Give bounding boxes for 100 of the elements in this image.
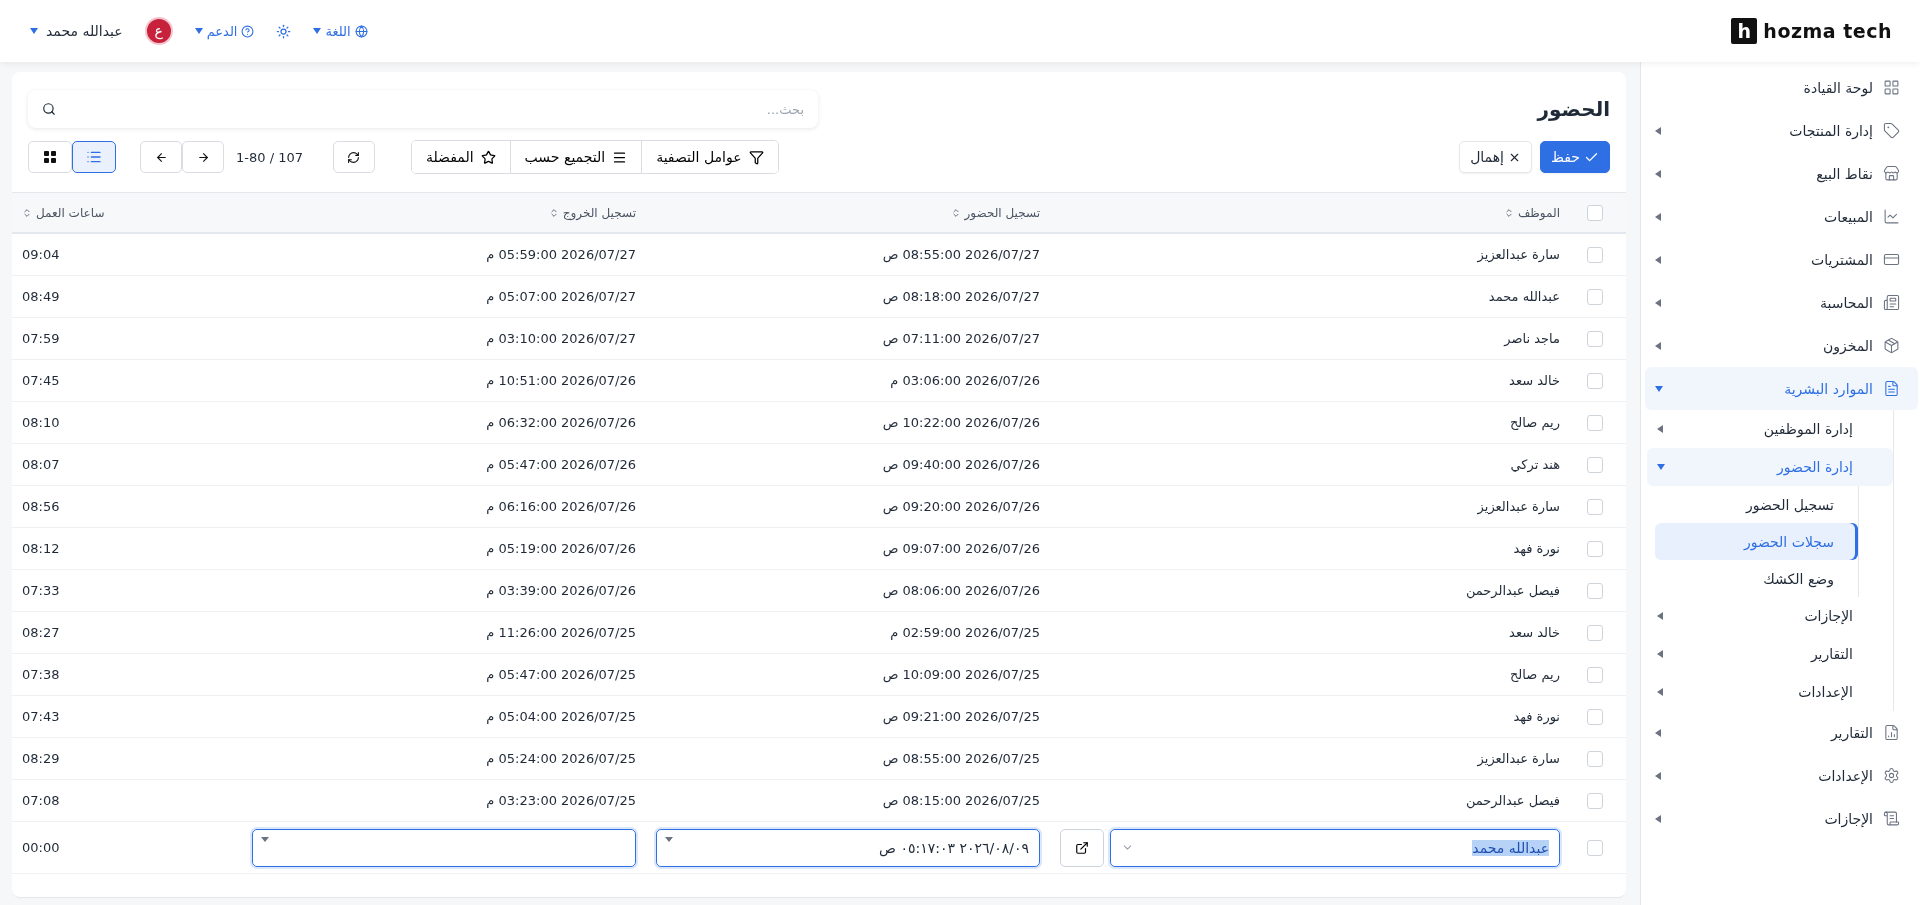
row-checkbox[interactable] [1587,498,1603,515]
discard-button[interactable]: إهمال [1459,141,1532,173]
sidebar-item[interactable]: التقارير [1647,635,1893,673]
table-cell: فيصل عبدالرحمن [1465,583,1560,598]
sort-icon [548,207,559,218]
table-cell: فيصل عبدالرحمن [1465,793,1560,808]
table-cell: 07:45 [22,373,60,388]
previous-button[interactable] [140,141,182,173]
row-checkbox[interactable] [1587,540,1603,557]
row-checkbox[interactable] [1587,456,1603,473]
store-icon [1883,165,1900,182]
refresh-icon [347,150,361,164]
caret-icon [1655,814,1661,823]
sidebar-item[interactable]: المخزون [1645,324,1918,367]
refresh-button[interactable] [332,141,375,173]
sort-icon [1503,207,1514,218]
table-cell: 2026/07/25 08:55:00 ص [882,751,1040,766]
sidebar-item[interactable]: إدارة المنتجات [1645,109,1918,152]
user-menu[interactable]: عبدالله محمد [30,23,123,39]
sidebar-item[interactable]: الإجازات [1647,597,1893,635]
sidebar-item[interactable]: الإعدادات [1645,754,1918,797]
search-field[interactable]: بحث... [28,90,818,128]
table-cell: 2026/07/27 03:10:00 م [486,331,636,346]
table-cell: 08:29 [22,751,60,766]
next-button[interactable] [182,141,224,173]
row-checkbox[interactable] [1587,750,1603,767]
employee-select[interactable]: عبدالله محمد [1110,828,1560,867]
help-icon [241,24,255,38]
row-checkbox[interactable] [1587,624,1603,641]
row-checkbox[interactable] [1587,330,1603,347]
column-header[interactable]: الموظف [1517,205,1560,220]
sidebar-item[interactable]: سجلات الحضور [1655,523,1858,560]
caret-icon [1657,688,1663,696]
table-cell: 2026/07/25 08:15:00 ص [882,793,1040,808]
sidebar-item[interactable]: الموارد البشرية [1645,367,1918,410]
caret-icon [1657,425,1663,433]
table-cell: نورة فهد [1513,541,1560,556]
check-out-field[interactable] [252,828,636,867]
caret-icon [1657,612,1663,620]
table-cell: عبدالله محمد [1488,289,1560,304]
line-chart-icon [1883,208,1900,225]
sort-icon [950,207,961,218]
select-all-checkbox[interactable] [1587,204,1603,221]
sidebar-item[interactable]: الإجازات [1645,797,1918,840]
table-cell: 2026/07/26 09:40:00 ص [882,457,1040,472]
sidebar-item[interactable]: الإعدادات [1647,673,1893,711]
sidebar-item[interactable]: المشتريات [1645,238,1918,281]
table-cell: هند تركي [1510,457,1560,472]
row-checkbox[interactable] [1587,666,1603,683]
theme-toggle[interactable] [276,23,292,39]
sidebar-item[interactable]: إدارة الحضور [1647,448,1893,486]
view-toggle[interactable] [72,141,116,173]
column-header[interactable]: تسجيل الحضور [964,205,1040,220]
logo-mark: h [1731,18,1758,44]
table-cell: 00:00 [22,840,60,855]
sidebar-item[interactable]: تسجيل الحضور [1655,486,1858,523]
sidebar-item[interactable]: نقاط البيع [1645,152,1918,195]
row-checkbox[interactable] [1587,792,1603,809]
caret-icon [1655,298,1661,307]
table-cell: ريم صالح [1509,415,1560,430]
table-cell: 2026/07/26 03:06:00 م [890,373,1040,388]
row-checkbox[interactable] [1587,839,1603,856]
user-avatar[interactable]: ع [144,17,173,45]
sidebar-item[interactable]: لوحة القيادة [1645,66,1918,109]
support-menu[interactable]: الدعم [194,23,255,39]
table-cell: 2026/07/25 09:21:00 ص [882,709,1040,724]
filters-button[interactable]: عوامل التصفية [641,141,778,173]
card-icon [1883,251,1900,268]
caret-icon [1655,169,1661,178]
row-checkbox[interactable] [1587,288,1603,305]
table-cell: 07:59 [22,331,60,346]
language-menu[interactable]: اللغة [313,23,368,39]
table-cell: 2026/07/26 10:51:00 م [486,373,636,388]
check-in-field[interactable]: ٢٠٢٦/٠٨/٠٩ ٠٥:١٧:٠٣ ص [656,828,1040,867]
table-cell: 2026/07/26 06:32:00 م [486,415,636,430]
settings-icon [1883,767,1900,784]
row-checkbox[interactable] [1587,246,1603,263]
sidebar-item[interactable]: المبيعات [1645,195,1918,238]
row-checkbox[interactable] [1587,372,1603,389]
sidebar-item[interactable]: إدارة الموظفين [1647,410,1893,448]
list-icon [1883,810,1900,827]
row-checkbox[interactable] [1587,708,1603,725]
column-header[interactable]: تسجيل الخروج [562,205,636,220]
column-header[interactable]: ساعات العمل [36,205,105,220]
sidebar-item[interactable]: التقارير [1645,711,1918,754]
save-button[interactable]: حفظ [1539,141,1610,173]
box-icon [1883,337,1900,354]
filter-icon [748,149,764,165]
sidebar-item[interactable]: وضع الكشك [1655,560,1858,597]
table-cell: 2026/07/27 05:07:00 م [486,289,636,304]
caret-icon [1655,341,1661,350]
sidebar-item[interactable]: المحاسبة [1645,281,1918,324]
caret-icon [194,28,203,34]
open-link-button[interactable] [1060,828,1104,867]
brand-name: hozma tech [1763,20,1892,42]
row-checkbox[interactable] [1587,414,1603,431]
caret-icon [1655,212,1661,221]
globe-icon [354,24,368,38]
arrow-right-icon [196,150,210,164]
row-checkbox[interactable] [1587,582,1603,599]
